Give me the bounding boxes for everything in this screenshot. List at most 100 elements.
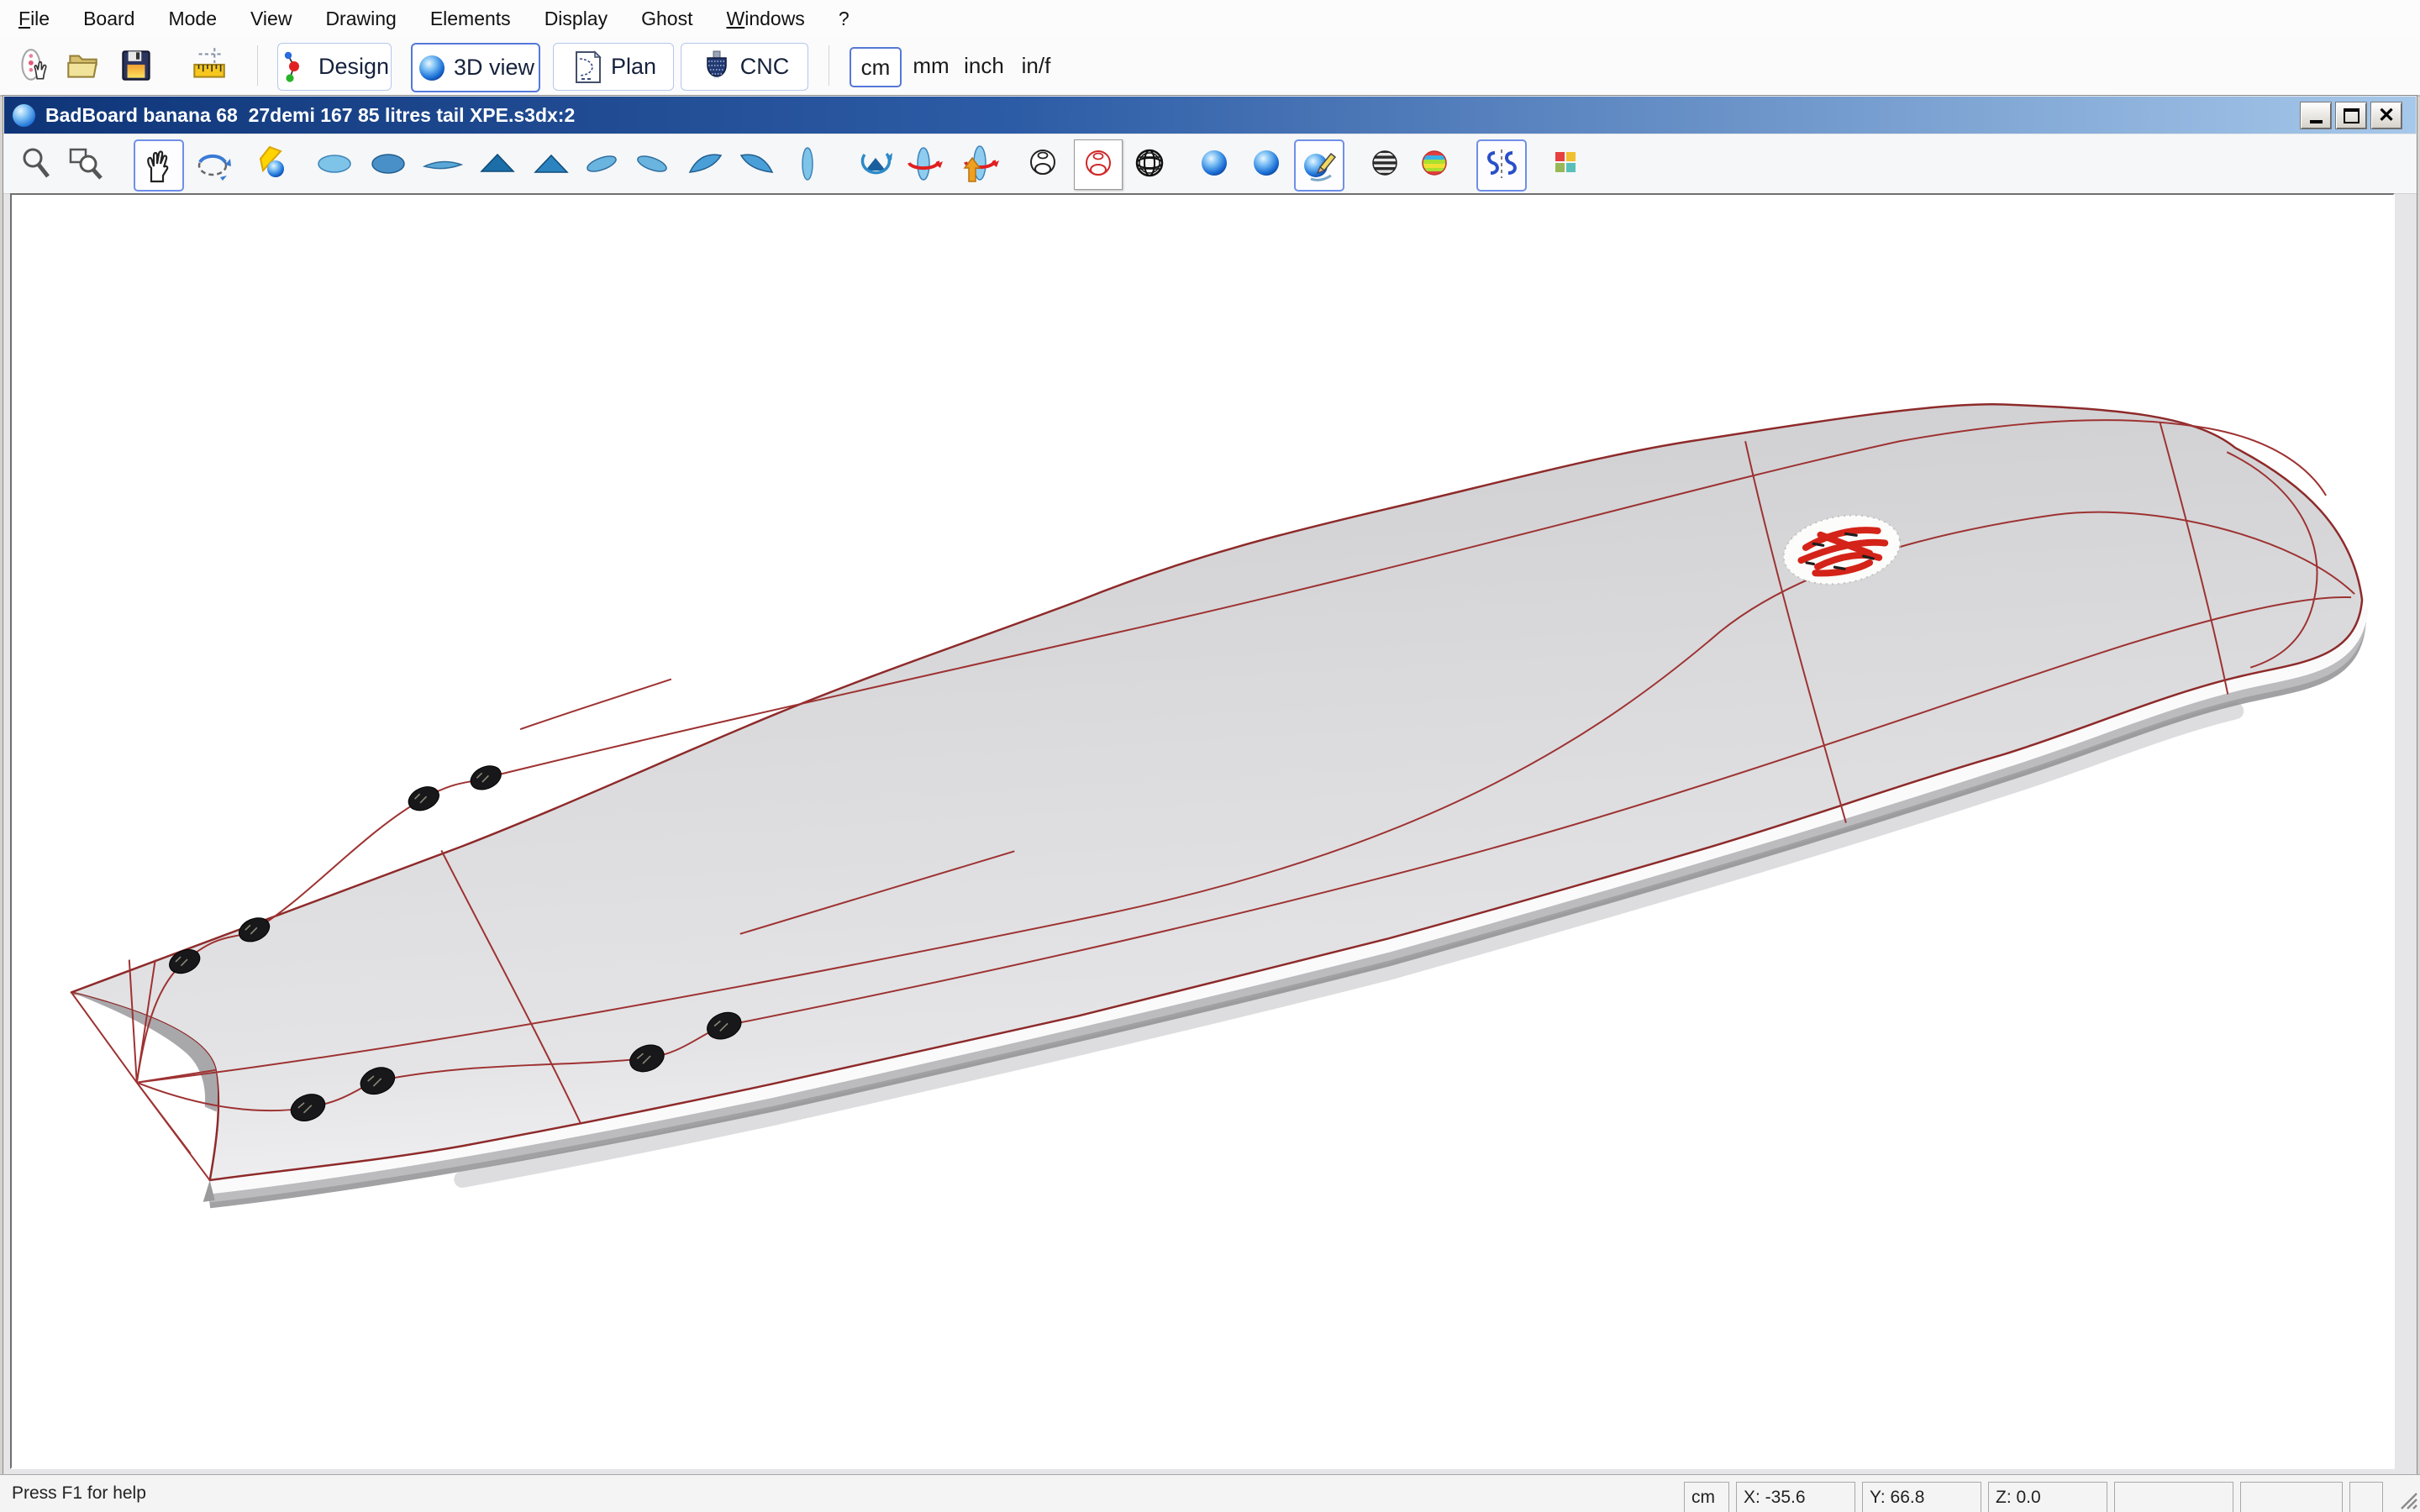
hand-icon [139,146,178,185]
view-quarter-left-button[interactable] [682,139,729,188]
unit-inch[interactable]: inch [958,47,1010,84]
surfboard-3d-render [71,404,2362,1205]
pan-button[interactable] [134,139,184,192]
view-nose-button[interactable] [474,139,521,188]
wireframe-red-sphere-icon [1078,144,1118,185]
plan-label: Plan [611,54,656,80]
minimize-icon [2310,120,2323,123]
cnc-mode-button[interactable]: CNC [681,43,808,91]
menu-drawing[interactable]: Drawing [325,8,396,30]
quarter-right-icon [735,144,777,183]
design-mode-button[interactable]: Design [277,43,392,91]
front-view-icon [786,143,829,185]
display-stripes-button[interactable] [1361,139,1408,188]
rotate-z-icon [902,143,944,185]
save-icon[interactable] [116,45,156,86]
view-perspective-right-button[interactable] [629,139,676,188]
status-z-pane: Z: 0.0 [1988,1482,2107,1512]
view-quarter-right-button[interactable] [733,139,780,188]
design-icon [280,49,312,86]
view-perspective-left-button[interactable] [578,139,625,188]
perspective-right-icon [631,144,673,183]
view-front-button[interactable] [784,139,831,188]
rainbow-sphere-icon [1414,144,1455,184]
zoom-window-button[interactable] [62,139,109,188]
status-y-pane: Y: 66.8 [1862,1482,1981,1512]
shape3d-application-window: File Board Mode View Drawing Elements Di… [0,0,2420,1512]
magnifier-icon [18,144,56,183]
display-mesh-button[interactable] [1126,139,1173,188]
minimize-button[interactable] [2300,102,2332,129]
open-file-icon[interactable] [62,45,103,86]
shaded-sphere-icon [1246,144,1286,184]
resize-grip[interactable] [2396,1488,2418,1510]
status-z-value: Z: 0.0 [1996,1488,2041,1508]
unit-mm[interactable]: mm [908,47,955,84]
status-help-text: Press F1 for help [12,1483,146,1504]
status-x-value: X: -35.6 [1744,1488,1806,1508]
zoom-window-icon [66,144,105,183]
display-solid-curves-button[interactable] [1294,139,1344,192]
status-panes: cm X: -35.6 Y: 66.8 Z: 0.0 [1684,1482,2383,1512]
sphere-pencil-icon [1299,145,1339,186]
striped-sphere-icon [1365,144,1405,184]
display-curvature-button[interactable] [1411,139,1458,188]
animate-rotation-button[interactable] [852,139,899,188]
menu-help[interactable]: ? [839,8,850,30]
menu-windows[interactable]: Windows [726,8,804,30]
display-wireframe-red-button[interactable] [1074,139,1123,190]
status-x-pane: X: -35.6 [1736,1482,1855,1512]
menu-ghost[interactable]: Ghost [641,8,692,30]
light-icon [253,144,293,184]
close-icon: ✕ [2378,106,2395,126]
mdi-client-area: BadBoard banana 68 27demi 167 85 litres … [3,95,2417,1475]
main-toolbar: Design 3D view Plan [0,37,2420,97]
unit-cm[interactable]: cm [850,47,902,87]
rotate-view-button[interactable] [189,139,236,188]
menu-mode[interactable]: Mode [168,8,217,30]
zoom-button[interactable] [13,139,60,188]
3d-viewport[interactable] [12,195,2393,1467]
unit-inf[interactable]: in/f [1012,47,1060,84]
display-wireframe-button[interactable] [1019,139,1066,188]
close-button[interactable]: ✕ [2370,102,2402,129]
viewport-frame [10,193,2395,1469]
view-tail-button[interactable] [528,139,575,188]
menu-file[interactable]: File [18,8,50,30]
wireframe-sphere-icon [1023,144,1063,184]
view3d-label: 3D view [454,55,534,81]
rotate-3d-icon [192,144,233,184]
document-titlebar[interactable]: BadBoard banana 68 27demi 167 85 litres … [4,97,2416,134]
rotate-board-up-button[interactable] [955,139,1002,188]
measurements-panel-button[interactable] [1542,139,1589,188]
design-label: Design [318,54,389,80]
new-board-icon[interactable] [13,45,54,86]
window-controls: ✕ [2300,102,2402,129]
restore-button[interactable] [2335,102,2367,129]
measure-icon[interactable] [188,45,229,86]
plan-mode-button[interactable]: Plan [553,43,674,91]
rotate-board-z-button[interactable] [900,139,947,188]
symmetry-button[interactable] [1476,139,1527,192]
menu-display[interactable]: Display [544,8,608,30]
display-shaded-button[interactable] [1243,139,1290,188]
cnc-label: CNC [740,54,790,80]
menu-board[interactable]: Board [83,8,134,30]
mesh-sphere-icon [1129,144,1170,184]
display-solid-button[interactable] [1191,139,1238,188]
menu-bar: File Board Mode View Drawing Elements Di… [0,0,2420,37]
status-y-value: Y: 66.8 [1870,1488,1924,1508]
menu-elements[interactable]: Elements [430,8,511,30]
restore-icon [2344,108,2360,123]
light-button[interactable] [250,139,297,188]
unit-inch-label: inch [964,53,1004,79]
view-rocker-button[interactable] [419,139,466,188]
view3d-mode-button[interactable]: 3D view [411,43,540,92]
view-toolbar [3,134,2417,194]
menu-view[interactable]: View [250,8,292,30]
bottom-view-icon [367,144,409,183]
view-bottom-button[interactable] [365,139,412,188]
symmetry-icon [1481,144,1523,186]
view-deck-button[interactable] [311,139,358,188]
status-empty-pane [2114,1482,2233,1512]
